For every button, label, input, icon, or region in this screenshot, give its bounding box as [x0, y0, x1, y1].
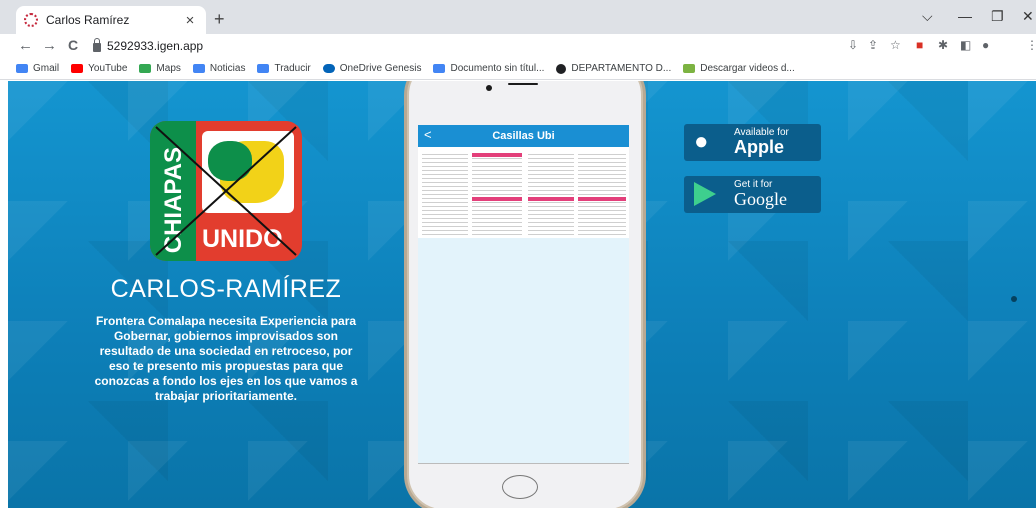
- lock-icon[interactable]: [93, 37, 101, 52]
- minimize-button[interactable]: —: [958, 8, 972, 24]
- browser-toolbar: ← → C 5292933.igen.app ⇩ ⇪ ☆ ■ ✱ ◧ ● ⋮: [0, 34, 1036, 58]
- bookmark-traducir[interactable]: Traducir: [257, 63, 311, 74]
- youtube-icon: [71, 64, 84, 73]
- cross-out-mark: [155, 126, 297, 256]
- address-bar[interactable]: 5292933.igen.app: [93, 36, 203, 56]
- apple-badge-big: Apple: [734, 137, 785, 157]
- globe-icon: [556, 63, 567, 74]
- apple-store-button[interactable]: ● Available for Apple: [684, 124, 821, 161]
- back-button[interactable]: ←: [18, 37, 33, 54]
- apple-icon: ●: [694, 128, 709, 155]
- pdf-extension-icon[interactable]: ■: [916, 38, 923, 52]
- google-play-button[interactable]: Get it for Google: [684, 176, 821, 213]
- home-button[interactable]: [502, 475, 538, 499]
- restore-button[interactable]: ❐: [991, 8, 1004, 25]
- side-panel-icon[interactable]: ◧: [960, 38, 971, 52]
- install-app-icon[interactable]: ⇩: [848, 38, 858, 52]
- page-content: CHIAPAS UNIDO CARLOS-RAMÍREZ Frontera Co…: [8, 81, 1036, 508]
- app-title: Casillas Ubi: [492, 130, 555, 142]
- tab-close-button[interactable]: ×: [182, 12, 198, 29]
- bookmarks-bar: Gmail YouTube Maps Noticias Traducir One…: [0, 58, 1036, 80]
- bookmark-onedrive[interactable]: OneDrive Genesis: [322, 63, 421, 74]
- candidate-name: CARLOS-RAMÍREZ: [110, 275, 342, 303]
- bookmark-gmail[interactable]: Gmail: [16, 63, 59, 74]
- reload-button[interactable]: C: [68, 37, 78, 53]
- cloud-icon: [322, 64, 335, 73]
- google-badge-big: Google: [734, 189, 787, 209]
- phone-mockup: < Casillas Ubi: [407, 81, 643, 508]
- share-icon[interactable]: ⇪: [868, 38, 878, 52]
- site-favicon-icon: [24, 13, 38, 27]
- bookmark-star-icon[interactable]: ☆: [890, 38, 901, 52]
- bookmark-departamento[interactable]: DEPARTAMENTO D...: [556, 63, 671, 74]
- profile-avatar-icon[interactable]: ●: [982, 38, 989, 52]
- scroll-indicator-dot: [1011, 296, 1017, 302]
- address-text: 5292933.igen.app: [107, 39, 204, 53]
- bookmark-noticias[interactable]: Noticias: [192, 63, 245, 74]
- maps-icon: [139, 64, 152, 73]
- news-icon: [192, 64, 205, 73]
- casillas-document-image[interactable]: [418, 147, 629, 238]
- campaign-logo: CHIAPAS UNIDO: [150, 121, 302, 261]
- bookmark-documento[interactable]: Documento sin títul...: [433, 63, 544, 74]
- play-store-icon: [694, 182, 716, 206]
- bookmark-descargar[interactable]: Descargar videos d...: [683, 63, 795, 74]
- close-window-button[interactable]: ✕: [1022, 8, 1034, 25]
- new-tab-button[interactable]: +: [214, 9, 225, 30]
- intro-paragraph: Frontera Comalapa necesita Experiencia p…: [94, 314, 358, 403]
- browser-tab[interactable]: Carlos Ramírez ×: [16, 6, 206, 34]
- app-header: < Casillas Ubi: [418, 125, 629, 147]
- translate-icon: [257, 64, 270, 73]
- menu-icon[interactable]: ⋮: [1026, 38, 1036, 52]
- leaf-icon: [683, 64, 696, 73]
- docs-icon: [433, 64, 446, 73]
- forward-button[interactable]: →: [42, 37, 57, 54]
- speaker-icon: [508, 83, 538, 85]
- bookmark-maps[interactable]: Maps: [139, 63, 181, 74]
- tab-search-icon[interactable]: ⌵: [922, 8, 933, 25]
- camera-icon: [486, 85, 492, 91]
- tab-title: Carlos Ramírez: [46, 13, 130, 27]
- tab-strip: Carlos Ramírez × + ⌵ — ❐ ✕: [0, 0, 1036, 34]
- google-icon: [16, 64, 28, 73]
- extensions-icon[interactable]: ✱: [938, 38, 948, 52]
- phone-screen: < Casillas Ubi: [418, 125, 629, 463]
- bookmark-youtube[interactable]: YouTube: [71, 63, 127, 74]
